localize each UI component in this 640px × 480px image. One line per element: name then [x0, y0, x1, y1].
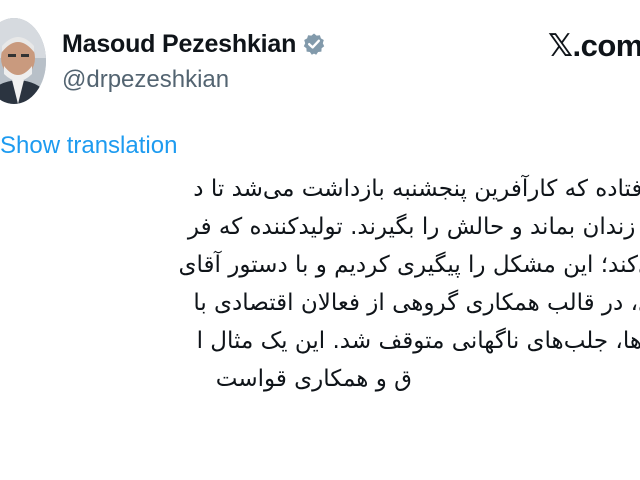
tweet-text: ق افتاده که کارآفرین پنجشنبه بازداشت می‌… [0, 170, 640, 398]
tweet-text-line: ق افتاده که کارآفرین پنجشنبه بازداشت می‌… [193, 176, 640, 202]
x-logo: 𝕏.com [548, 28, 640, 63]
tweet-screenshot: Masoud Pezeshkian @drpezeshkian 𝕏.com Sh… [0, 0, 640, 480]
tweet-text-line: ق و همکاری قواست [215, 366, 412, 392]
tweet-text-line: ی، در قالب همکاری گروهی از فعالان اقتصاد… [193, 290, 640, 316]
tweet-text-line: در زندان بماند و حالش را بگیرند. تولیدکن… [187, 214, 640, 240]
display-name[interactable]: Masoud Pezeshkian [62, 30, 296, 59]
avatar[interactable] [0, 18, 46, 104]
author-name-row: Masoud Pezeshkian [62, 26, 326, 62]
show-translation-link[interactable]: Show translation [0, 132, 177, 160]
author-handle[interactable]: @drpezeshkian [62, 66, 229, 94]
tweet-text-line: ی‌کند؛ این مشکل را پیگیری کردیم و با دست… [178, 252, 640, 278]
verified-badge-icon [302, 32, 326, 56]
tweet-text-line: گاه‌ها، جلب‌های ناگهانی متوقف شد. این یک… [196, 328, 640, 354]
